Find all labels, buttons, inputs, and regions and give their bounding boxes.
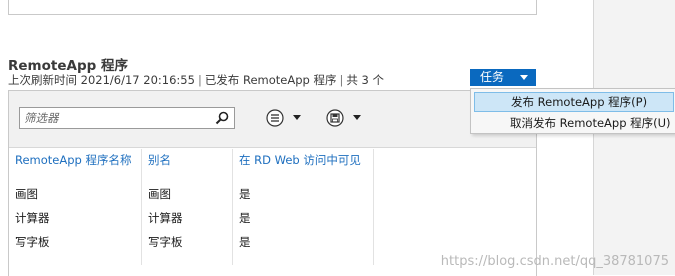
menu-item-publish[interactable]: 发布 RemoteApp 程序(P) <box>474 92 674 112</box>
filter-input[interactable] <box>24 109 209 127</box>
last-refresh-text: 上次刷新时间 2021/6/17 20:16:55 <box>8 73 195 87</box>
programs-panel: RemoteApp 程序名称 别名 在 RD Web 访问中可见 画图 画图 是… <box>8 90 537 276</box>
tasks-button[interactable]: 任务 <box>470 69 536 86</box>
chevron-down-icon <box>520 75 528 80</box>
table-cell[interactable]: 是 <box>239 186 251 202</box>
upper-panel <box>8 0 537 15</box>
status-line: 上次刷新时间 2021/6/17 20:16:55 | 已发布 RemoteApp … <box>8 72 384 88</box>
tasks-button-label: 任务 <box>480 70 505 84</box>
tasks-menu: 发布 RemoteApp 程序(P) 取消发布 RemoteApp 程序(U) <box>470 88 675 134</box>
count-text: 共 3 个 <box>346 73 384 87</box>
table-cell[interactable]: 是 <box>239 210 251 226</box>
table-cell[interactable]: 写字板 <box>15 234 50 250</box>
save-options-button[interactable] <box>325 108 367 128</box>
toolbar <box>9 91 536 148</box>
column-divider[interactable] <box>373 149 374 265</box>
filter-field[interactable] <box>19 107 235 129</box>
section-title: RemoteApp 程序 <box>8 58 128 74</box>
search-icon[interactable] <box>215 111 229 125</box>
chevron-down-icon <box>353 115 361 120</box>
column-header-name[interactable]: RemoteApp 程序名称 <box>9 149 141 171</box>
table-cell[interactable]: 是 <box>239 234 251 250</box>
save-icon <box>326 109 344 127</box>
published-info-text: 已发布 RemoteApp 程序 <box>204 73 337 87</box>
table-cell[interactable]: 计算器 <box>15 210 50 226</box>
table-cell[interactable]: 写字板 <box>148 234 183 250</box>
table-cell[interactable]: 计算器 <box>148 210 183 226</box>
menu-item-unpublish[interactable]: 取消发布 RemoteApp 程序(U) <box>474 113 674 133</box>
separator: | <box>339 73 344 87</box>
separator: | <box>197 73 202 87</box>
main-pane: RemoteApp 程序 上次刷新时间 2021/6/17 20:16:55 | 已… <box>0 0 593 276</box>
table-cell[interactable]: 画图 <box>148 186 171 202</box>
chevron-down-icon <box>293 115 301 120</box>
list-options-button[interactable] <box>265 108 307 128</box>
table-cell[interactable]: 画图 <box>15 186 38 202</box>
right-pane <box>593 0 675 275</box>
watermark-text: https://blog.csdn.net/qq_38781075 <box>440 254 669 269</box>
column-header-visible[interactable]: 在 RD Web 访问中可见 <box>233 149 373 171</box>
column-header-alias[interactable]: 别名 <box>142 149 232 171</box>
list-options-icon <box>266 109 284 127</box>
